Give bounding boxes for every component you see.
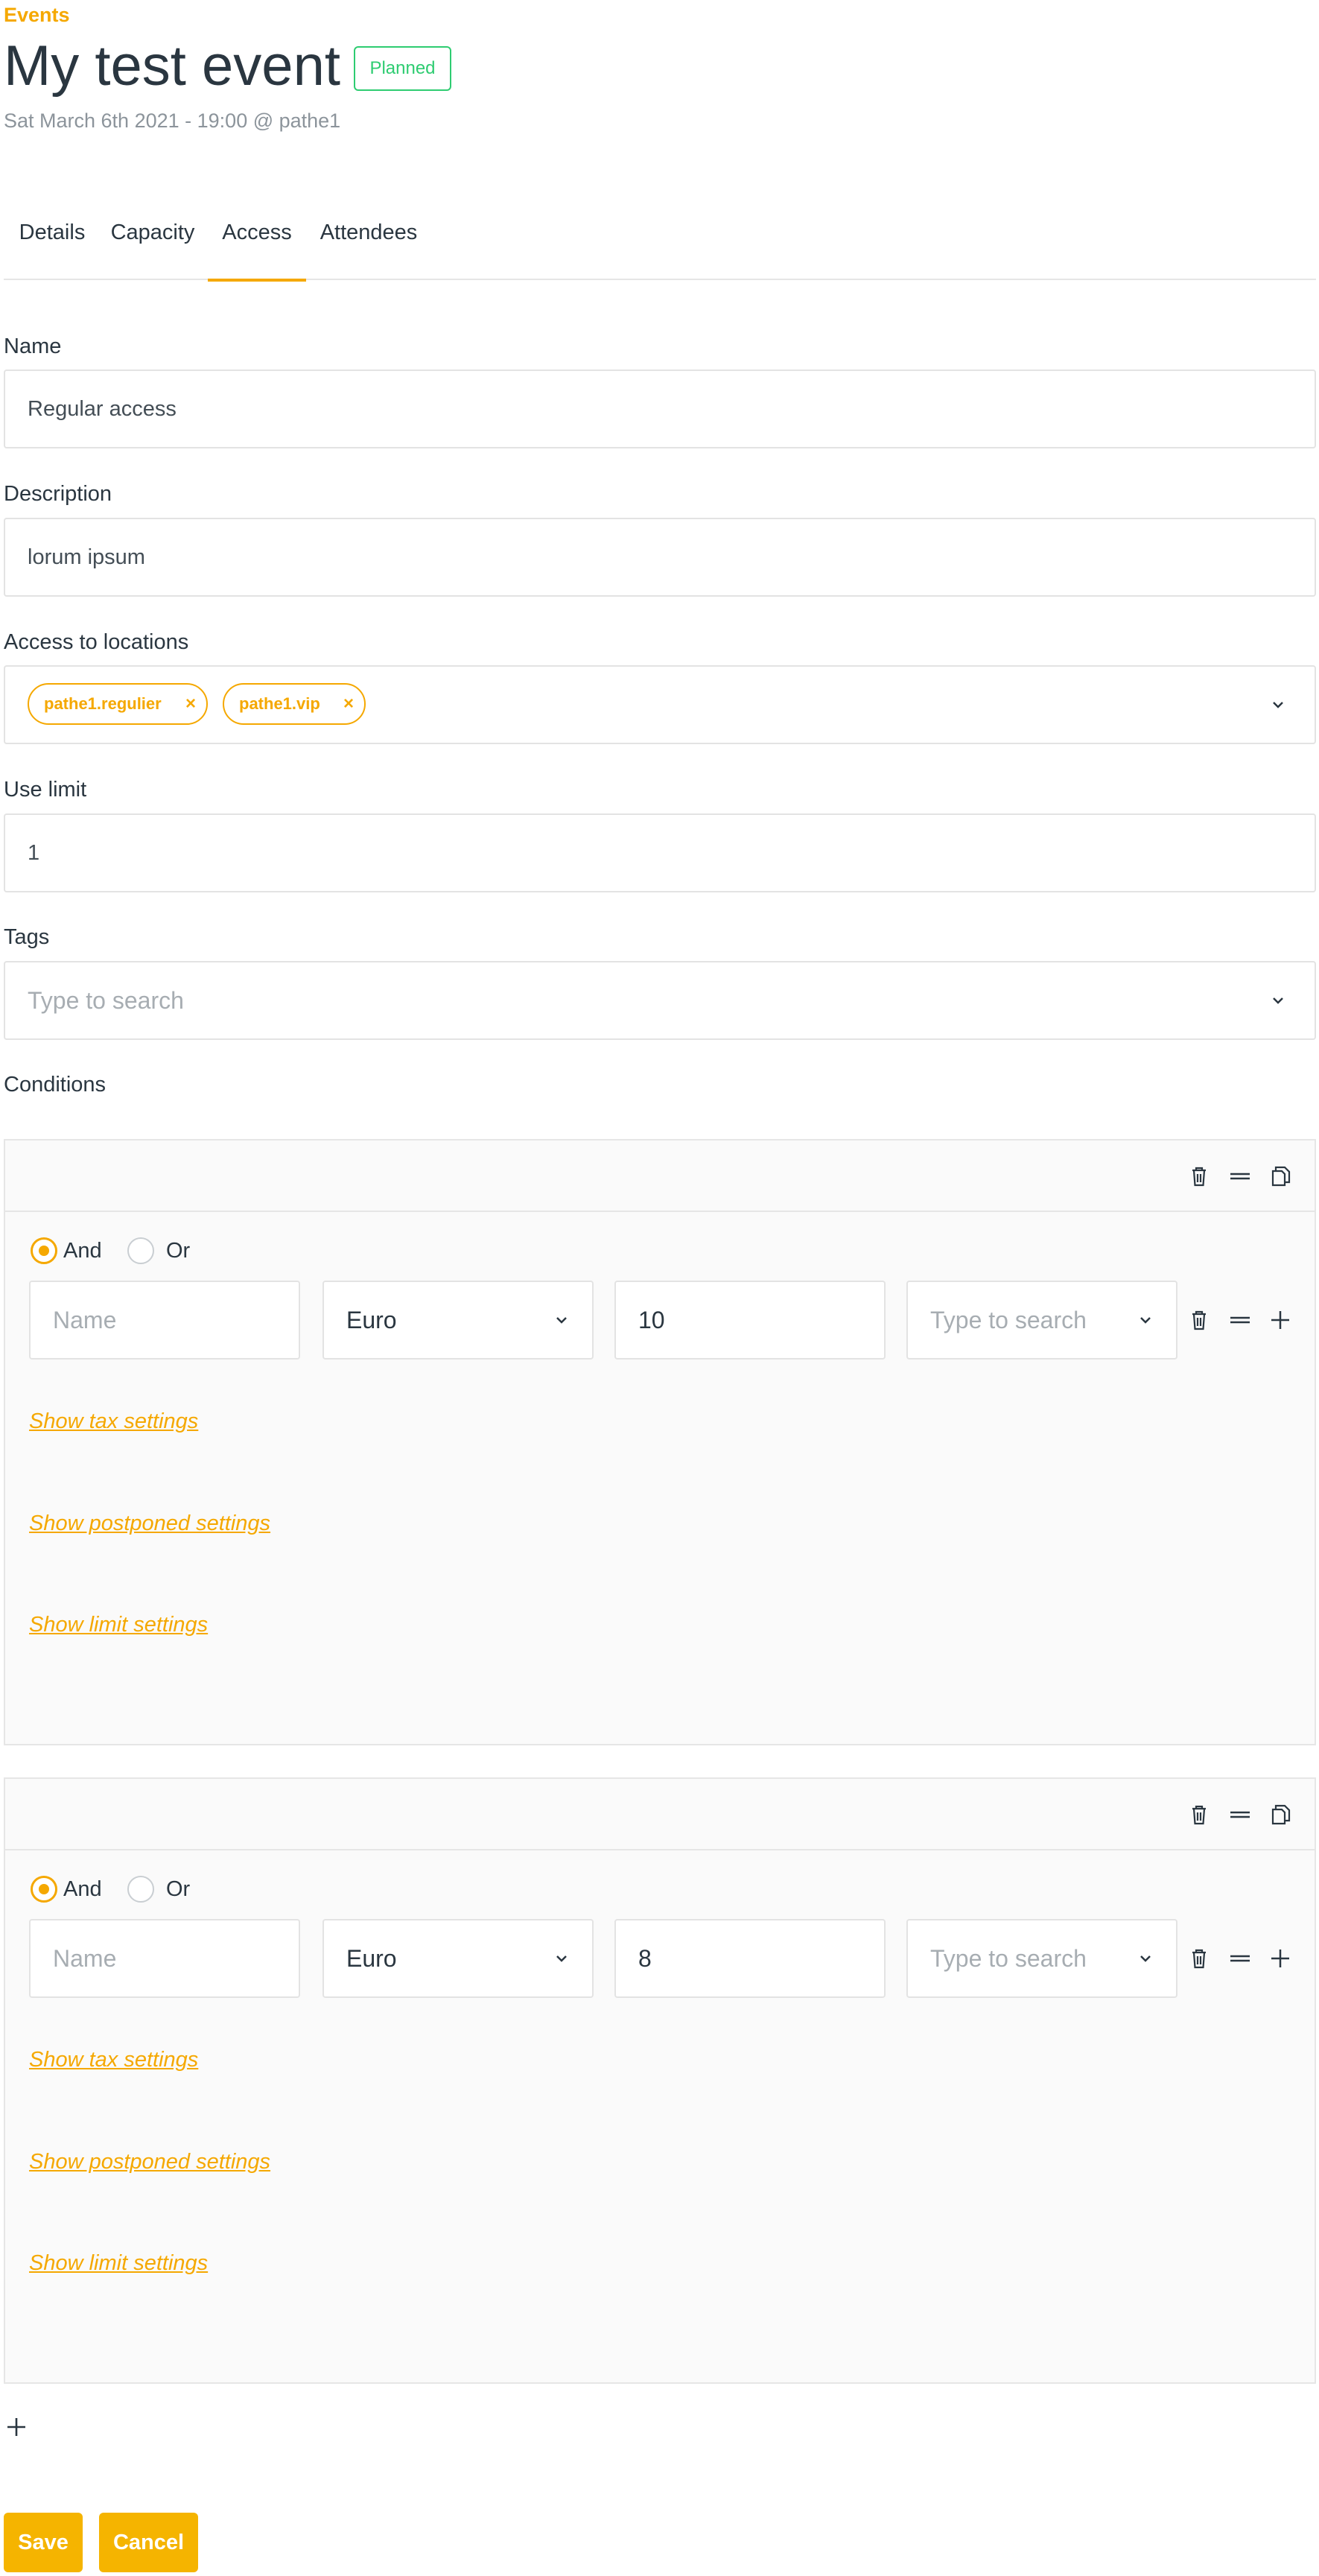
plus-icon[interactable] (1267, 1945, 1294, 1972)
and-radio[interactable] (31, 1876, 57, 1903)
status-badge: Planned (354, 46, 451, 91)
show-limit-settings-link[interactable]: Show limit settings (29, 2248, 208, 2278)
name-input[interactable]: Regular access (4, 369, 1316, 448)
tags-select[interactable]: Type to search (4, 961, 1316, 1040)
drag-handle-icon[interactable] (1227, 1945, 1253, 1972)
show-tax-settings-link[interactable]: Show tax settings (29, 1406, 198, 1436)
currency-value: Euro (346, 1307, 397, 1333)
remove-chip-icon[interactable]: × (185, 685, 196, 723)
currency-select[interactable]: Euro (322, 1281, 594, 1360)
condition-name-input[interactable]: Name (29, 1919, 300, 1998)
plus-icon[interactable] (1267, 1307, 1294, 1333)
or-radio-label: Or (166, 1239, 191, 1263)
condition-header (5, 1141, 1315, 1212)
event-subtitle: Sat March 6th 2021 - 19:00 @ pathe1 (4, 110, 341, 132)
location-chip: pathe1.regulier × (28, 683, 208, 725)
use-limit-label: Use limit (4, 778, 87, 802)
chevron-down-icon[interactable] (1270, 697, 1286, 713)
tab-attendees[interactable]: Attendees (317, 198, 421, 280)
condition-group: And Or Name Euro 10 Type to search Show … (4, 1139, 1316, 1745)
amount-input[interactable]: 10 (614, 1281, 886, 1360)
trash-icon[interactable] (1186, 1945, 1212, 1972)
chevron-down-icon (1140, 1317, 1151, 1324)
remove-chip-icon[interactable]: × (343, 685, 354, 723)
condition-group: And Or Name Euro 8 Type to search Show t… (4, 1777, 1316, 2384)
show-limit-settings-link[interactable]: Show limit settings (29, 1610, 208, 1640)
drag-handle-icon[interactable] (1227, 1801, 1253, 1828)
or-radio-label: Or (166, 1877, 191, 1901)
location-chip-label: pathe1.regulier (44, 694, 162, 713)
and-radio-label: And (63, 1239, 102, 1263)
drag-handle-icon[interactable] (1227, 1163, 1253, 1190)
name-label: Name (4, 334, 62, 358)
drag-handle-icon[interactable] (1227, 1307, 1253, 1333)
tab-capacity[interactable]: Capacity (108, 198, 197, 280)
description-input[interactable]: lorum ipsum (4, 518, 1316, 597)
description-label: Description (4, 482, 112, 506)
or-radio[interactable] (127, 1237, 154, 1264)
trash-icon[interactable] (1186, 1163, 1212, 1190)
currency-select[interactable]: Euro (322, 1919, 594, 1998)
and-radio[interactable] (31, 1237, 57, 1264)
tags-placeholder: Type to search (28, 987, 184, 1014)
chevron-down-icon (556, 1317, 567, 1324)
tab-details[interactable]: Details (19, 198, 86, 280)
or-radio[interactable] (127, 1876, 154, 1903)
cancel-button[interactable]: Cancel (99, 2513, 198, 2572)
conditions-label: Conditions (4, 1073, 107, 1097)
show-postponed-settings-link[interactable]: Show postponed settings (29, 2147, 270, 2177)
use-limit-input[interactable]: 1 (4, 813, 1316, 892)
locations-label: Access to locations (4, 630, 189, 654)
condition-name-input[interactable]: Name (29, 1281, 300, 1360)
condition-search-select[interactable]: Type to search (906, 1919, 1177, 1998)
condition-header (5, 1779, 1315, 1850)
locations-multiselect[interactable]: pathe1.regulier × pathe1.vip × (4, 665, 1316, 744)
trash-icon[interactable] (1186, 1801, 1212, 1828)
copy-icon[interactable] (1267, 1163, 1294, 1190)
search-placeholder: Type to search (930, 1307, 1087, 1333)
chevron-down-icon (1140, 1955, 1151, 1962)
currency-value: Euro (346, 1945, 397, 1972)
chevron-down-icon (556, 1955, 567, 1962)
location-chip-label: pathe1.vip (239, 694, 320, 713)
condition-search-select[interactable]: Type to search (906, 1281, 1177, 1360)
copy-icon[interactable] (1267, 1801, 1294, 1828)
search-placeholder: Type to search (930, 1945, 1087, 1972)
amount-input[interactable]: 8 (614, 1919, 886, 1998)
location-chip: pathe1.vip × (223, 683, 366, 725)
show-tax-settings-link[interactable]: Show tax settings (29, 2045, 198, 2075)
tab-access[interactable]: Access (208, 198, 306, 282)
save-button[interactable]: Save (4, 2513, 83, 2572)
chevron-down-icon[interactable] (1270, 992, 1286, 1009)
tags-label: Tags (4, 925, 50, 949)
page-title: My test event (4, 34, 340, 98)
and-radio-label: And (63, 1877, 102, 1901)
show-postponed-settings-link[interactable]: Show postponed settings (29, 1509, 270, 1538)
add-condition-icon[interactable] (4, 2415, 28, 2439)
trash-icon[interactable] (1186, 1307, 1212, 1333)
tab-bar: Details Capacity Access Attendees (4, 198, 1316, 282)
breadcrumb[interactable]: Events (4, 0, 70, 30)
